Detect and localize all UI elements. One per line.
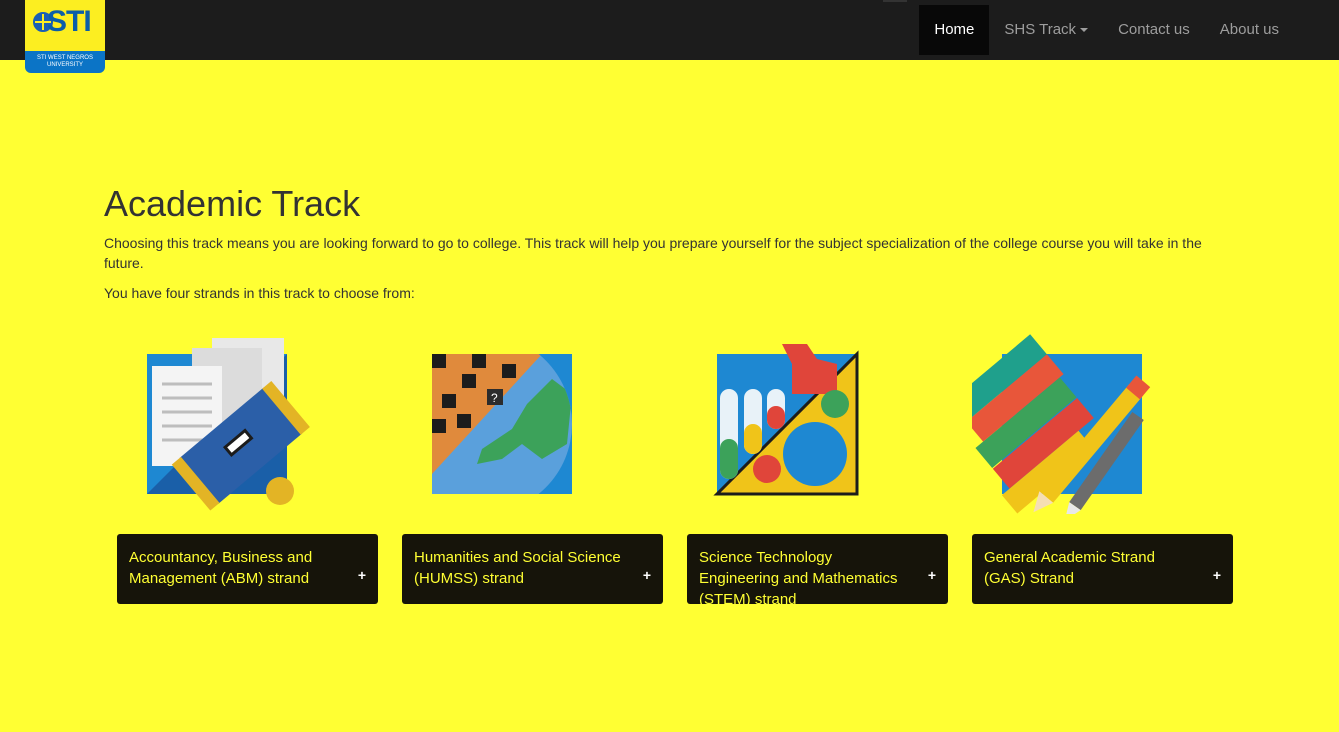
nav-contact-us[interactable]: Contact us: [1103, 5, 1205, 55]
main-nav: Home SHS Track Contact us About us: [919, 5, 1294, 55]
page-title: Academic Track: [104, 183, 361, 224]
intro-text: Choosing this track means you are lookin…: [104, 235, 1202, 271]
strand-title-gas: General Academic Strand (GAS) Strand: [984, 549, 1155, 587]
logo-subtitle: STI West Negros University: [25, 51, 105, 73]
expand-plus-icon[interactable]: +: [1213, 567, 1221, 583]
strand-card-stem: Science Technology Engineering and Mathe…: [687, 334, 948, 608]
nav-shs-track[interactable]: SHS Track: [989, 5, 1103, 55]
strand-card-humss: ? Humanities and Social Science (HUMSS) …: [402, 334, 663, 604]
strand-panel-stem[interactable]: Science Technology Engineering and Mathe…: [687, 534, 948, 608]
caret-down-icon: [1080, 28, 1089, 33]
strand-title-humss: Humanities and Social Science (HUMSS) st…: [414, 549, 621, 587]
expand-plus-icon[interactable]: +: [358, 567, 366, 583]
briefcase-icon: [147, 338, 310, 511]
choose-text: You have four strands in this track to c…: [104, 285, 415, 301]
nav-about-us[interactable]: About us: [1205, 5, 1294, 55]
nav-shs-track-label: SHS Track: [1004, 21, 1077, 38]
svg-text:?: ?: [491, 391, 498, 405]
logo-text: STI: [47, 5, 92, 38]
strand-panel-abm[interactable]: Accountancy, Business and Management (AB…: [117, 534, 378, 604]
nav-home[interactable]: Home: [919, 5, 990, 55]
strand-card-abm: Accountancy, Business and Management (AB…: [117, 334, 378, 604]
books-pencil-icon: [972, 334, 1151, 514]
strand-panel-gas[interactable]: General Academic Strand (GAS) Strand +: [972, 534, 1233, 604]
top-navbar: STI STI West Negros University Home SHS …: [0, 0, 1339, 73]
strand-title-stem: Science Technology Engineering and Mathe…: [699, 549, 898, 608]
expand-plus-icon[interactable]: +: [643, 567, 651, 583]
strand-card-gas: General Academic Strand (GAS) Strand +: [972, 334, 1233, 604]
sti-logo[interactable]: STI STI West Negros University: [25, 0, 105, 73]
strand-panel-humss[interactable]: Humanities and Social Science (HUMSS) st…: [402, 534, 663, 604]
lab-tools-icon: [713, 344, 859, 496]
globe-puzzle-icon: ?: [432, 354, 572, 494]
nav-divider: [883, 0, 907, 2]
expand-plus-icon[interactable]: +: [928, 567, 936, 583]
strand-title-abm: Accountancy, Business and Management (AB…: [129, 549, 313, 587]
